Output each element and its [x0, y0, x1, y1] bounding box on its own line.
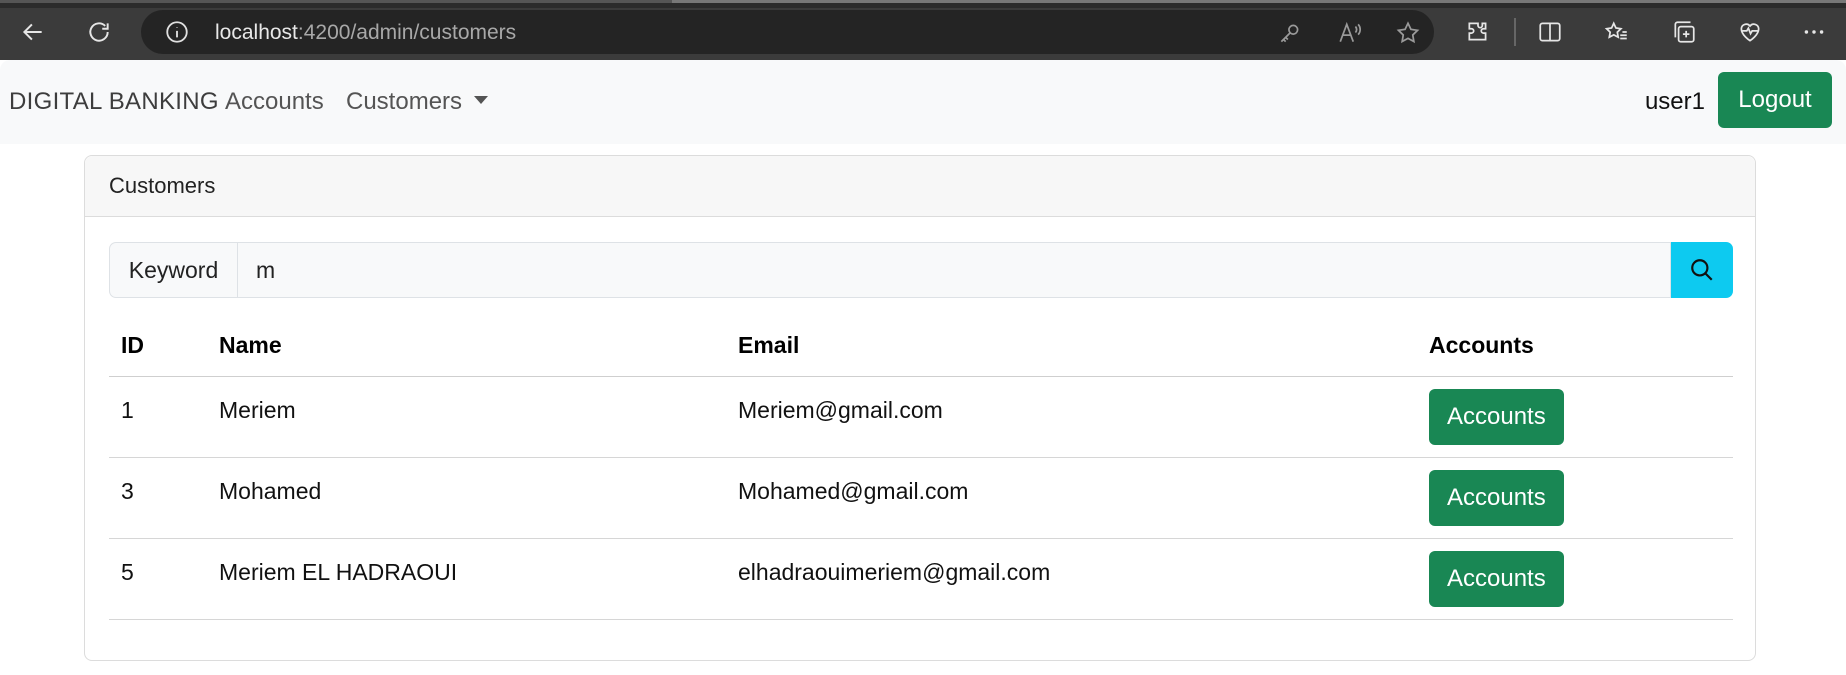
reload-button[interactable]	[79, 12, 119, 52]
table-row: 1 Meriem Meriem@gmail.com Accounts	[109, 376, 1733, 458]
back-arrow-icon	[22, 23, 42, 41]
logout-button[interactable]: Logout	[1718, 72, 1832, 128]
url-text: localhost:4200/admin/customers	[215, 21, 516, 45]
customer-accounts-button[interactable]: Accounts	[1429, 469, 1564, 526]
more-menu-button[interactable]	[1794, 12, 1834, 52]
current-username: user1	[1644, 88, 1705, 115]
key-icon[interactable]	[1277, 20, 1303, 46]
extensions-button[interactable]	[1458, 12, 1498, 52]
nav-dropdown-label: Customers	[346, 88, 463, 115]
active-tab-indicator	[672, 0, 1846, 3]
header-name: Name	[207, 316, 726, 377]
tab-strip	[0, 0, 1846, 8]
url-host: localhost	[215, 21, 298, 44]
caret-down-icon	[474, 96, 489, 104]
more-dots-icon	[1804, 30, 1824, 34]
cell-name: Meriem EL HADRAOUI	[207, 538, 726, 620]
back-button[interactable]	[13, 12, 53, 52]
customer-id: 5	[121, 558, 134, 585]
customer-name: Meriem EL HADRAOUI	[219, 558, 458, 585]
favorite-star-icon[interactable]	[1395, 20, 1421, 46]
cell-actions: Accounts	[1417, 376, 1733, 458]
read-aloud-icon[interactable]	[1337, 20, 1363, 46]
customers-card: Customers Keyword ID Name Email Accounts…	[84, 155, 1756, 661]
keyword-search-group: Keyword	[109, 242, 1733, 298]
brand-logo-text[interactable]: DIGITAL BANKING	[9, 88, 219, 116]
customer-email: elhadraouimeriem@gmail.com	[738, 558, 1051, 585]
cell-name: Mohamed	[207, 457, 726, 539]
split-screen-button[interactable]	[1530, 12, 1570, 52]
header-accounts: Accounts	[1417, 316, 1733, 377]
url-path: :4200/admin/customers	[297, 21, 517, 44]
browser-essentials-button[interactable]	[1730, 12, 1770, 52]
customer-email: Meriem@gmail.com	[738, 396, 943, 423]
search-button[interactable]	[1671, 242, 1733, 298]
customer-accounts-button[interactable]: Accounts	[1429, 550, 1564, 607]
nav-link-accounts[interactable]: Accounts	[225, 88, 324, 116]
customer-id: 3	[121, 477, 134, 504]
cell-email: elhadraouimeriem@gmail.com	[726, 538, 1417, 620]
browser-toolbar: localhost:4200/admin/customers	[0, 0, 1846, 60]
customer-id: 1	[121, 396, 134, 423]
cell-id: 3	[109, 457, 207, 539]
customer-name: Meriem	[219, 396, 296, 423]
app-navbar: DIGITAL BANKING Accounts Customers user1…	[0, 60, 1846, 144]
reload-icon	[89, 22, 109, 42]
customers-table: ID Name Email Accounts 1 Meriem Meriem@g…	[109, 316, 1733, 620]
cell-email: Mohamed@gmail.com	[726, 457, 1417, 539]
favorites-list-icon	[1604, 21, 1627, 40]
tab-indicator	[0, 0, 675, 3]
favorites-button[interactable]	[1597, 12, 1637, 52]
cell-email: Meriem@gmail.com	[726, 376, 1417, 458]
site-info-icon[interactable]	[164, 19, 190, 45]
customer-name: Mohamed	[219, 477, 322, 504]
cell-actions: Accounts	[1417, 457, 1733, 539]
cell-id: 1	[109, 376, 207, 458]
table-row: 5 Meriem EL HADRAOUI elhadraouimeriem@gm…	[109, 538, 1733, 620]
cell-actions: Accounts	[1417, 538, 1733, 620]
table-header-row: ID Name Email Accounts	[109, 316, 1733, 377]
split-screen-icon	[1539, 22, 1561, 42]
header-id: ID	[109, 316, 207, 377]
nav-dropdown-customers[interactable]: Customers	[346, 88, 489, 116]
card-title: Customers	[85, 156, 1755, 217]
heart-pulse-icon	[1740, 23, 1760, 42]
customer-accounts-button[interactable]: Accounts	[1429, 388, 1564, 445]
customer-email: Mohamed@gmail.com	[738, 477, 969, 504]
collections-icon	[1674, 21, 1695, 43]
header-email: Email	[726, 316, 1417, 377]
keyword-input[interactable]	[237, 242, 1671, 298]
search-icon	[1691, 259, 1713, 281]
cell-name: Meriem	[207, 376, 726, 458]
table-row: 3 Mohamed Mohamed@gmail.com Accounts	[109, 457, 1733, 539]
keyword-label: Keyword	[109, 242, 237, 298]
address-bar[interactable]: localhost:4200/admin/customers	[141, 10, 1434, 54]
puzzle-icon	[1468, 22, 1487, 41]
collections-button[interactable]	[1664, 12, 1704, 52]
toolbar-divider	[1514, 18, 1516, 46]
cell-id: 5	[109, 538, 207, 620]
